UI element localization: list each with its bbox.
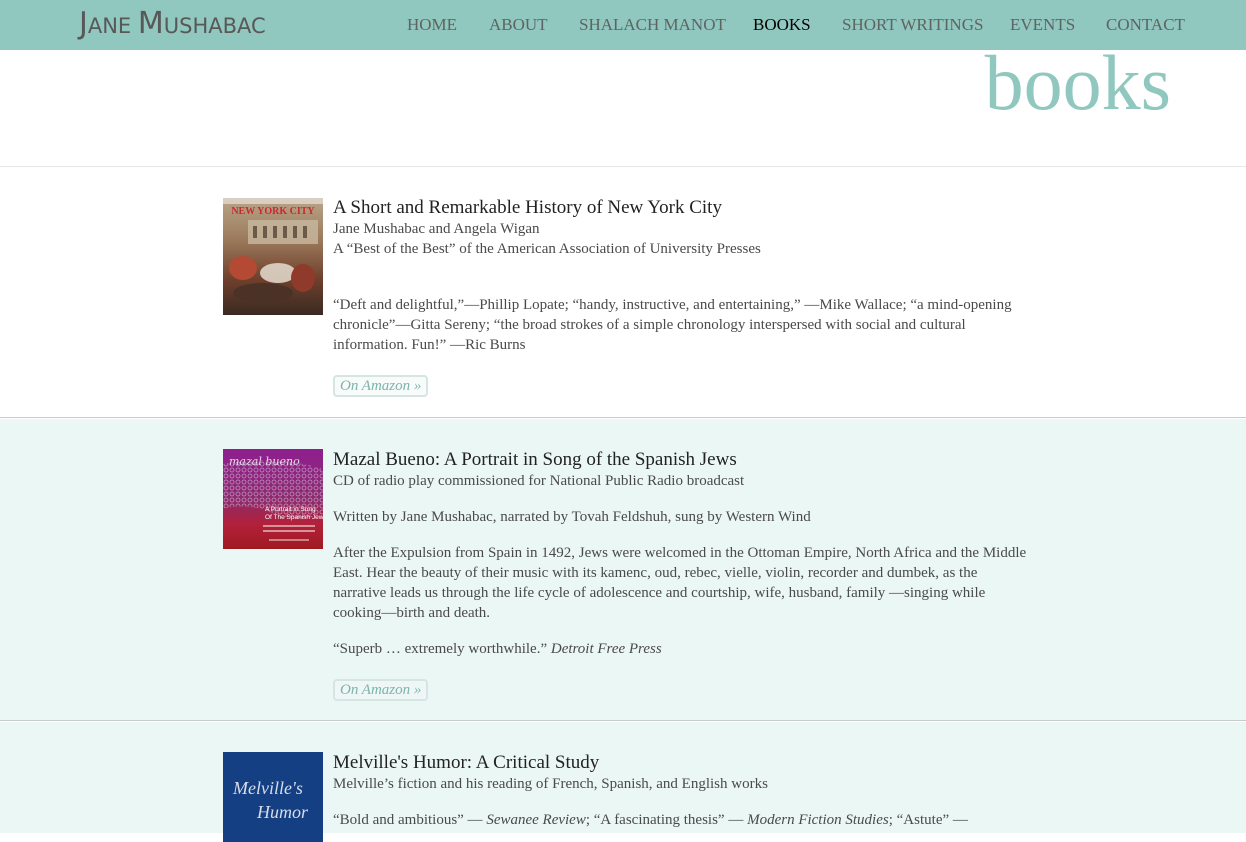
book-authors: Jane Mushabac and Angela Wigan bbox=[333, 221, 540, 237]
nav-books[interactable]: BOOKS bbox=[753, 13, 811, 37]
praise-quote: ; “A fascinating thesis” — bbox=[585, 812, 748, 828]
on-amazon-button[interactable]: On Amazon » bbox=[333, 679, 429, 701]
book-cover-new-york-city[interactable]: NEW YORK CITY bbox=[223, 198, 323, 315]
book-subtitle: CD of radio play commissioned for Nation… bbox=[333, 473, 745, 489]
book-cover-melvilles-humor[interactable]: Melville's Humor bbox=[223, 752, 323, 842]
book-subtitle: Melville’s fiction and his reading of Fr… bbox=[333, 776, 768, 792]
nav-shalach-manot[interactable]: SHALACH MANOT bbox=[579, 13, 726, 37]
cover-title-text: mazal bueno bbox=[229, 455, 300, 468]
book-entry: Melville's Humor Melville's Humor: A Cri… bbox=[0, 722, 1246, 842]
book-entry: NEW YORK CITY A Short and Remarkable His… bbox=[0, 168, 1246, 418]
nav-short-writings[interactable]: SHORT WRITINGS bbox=[842, 13, 983, 37]
book-credits: Written by Jane Mushabac, narrated by To… bbox=[333, 509, 811, 525]
praise-source: Detroit Free Press bbox=[550, 641, 662, 657]
book-award: A “Best of the Best” of the American Ass… bbox=[333, 241, 761, 257]
book-entry: mazal bueno A Portrait in Song Of The Sp… bbox=[0, 419, 1246, 721]
cover-title-text: NEW YORK CITY bbox=[231, 206, 315, 217]
mazal-bueno-cover-icon: mazal bueno A Portrait in Song Of The Sp… bbox=[223, 449, 323, 549]
praise-quote: “Bold and ambitious” — bbox=[333, 812, 487, 828]
book-praise: “Bold and ambitious” — Sewanee Review; “… bbox=[333, 810, 1033, 830]
book-title[interactable]: Mazal Bueno: A Portrait in Song of the S… bbox=[333, 449, 1033, 471]
book-title[interactable]: Melville's Humor: A Critical Study bbox=[333, 752, 1033, 774]
nav-home[interactable]: HOME bbox=[407, 13, 457, 37]
praise-source: Modern Fiction Studies bbox=[747, 812, 889, 828]
nav-events[interactable]: EVENTS bbox=[1010, 13, 1075, 37]
book-info: Mazal Bueno: A Portrait in Song of the S… bbox=[333, 449, 1033, 701]
praise-quote: “Superb … extremely worthwhile.” bbox=[333, 641, 551, 657]
page-title: books bbox=[984, 39, 1171, 126]
logo-first-name: ANE bbox=[87, 14, 138, 38]
logo-last-name: USHABAC bbox=[163, 14, 266, 38]
cover-line-1: Melville's bbox=[233, 778, 303, 798]
cover-line-2: Humor bbox=[257, 802, 309, 822]
book-praise: “Deft and delightful,”—Phillip Lopate; “… bbox=[333, 297, 1012, 353]
cd-cover-mazal-bueno[interactable]: mazal bueno A Portrait in Song Of The Sp… bbox=[223, 449, 323, 549]
on-amazon-button[interactable]: On Amazon » bbox=[333, 375, 429, 397]
nav-contact[interactable]: CONTACT bbox=[1106, 13, 1185, 37]
book-praise: “Superb … extremely worthwhile.” Detroit… bbox=[333, 639, 1033, 659]
praise-quote: ; “Astute” — bbox=[888, 812, 968, 828]
book-info: A Short and Remarkable History of New Yo… bbox=[333, 197, 1033, 397]
cover-subtitle-1: A Portrait in Song bbox=[265, 506, 316, 513]
new-york-city-cover-icon: NEW YORK CITY bbox=[223, 198, 323, 315]
book-info: Melville's Humor: A Critical Study Melvi… bbox=[333, 752, 1033, 830]
logo-initial-last: M bbox=[137, 6, 164, 41]
nav-about[interactable]: ABOUT bbox=[489, 13, 548, 37]
melvilles-humor-cover-icon: Melville's Humor bbox=[223, 752, 323, 842]
site-logo[interactable]: JANE MUSHABAC bbox=[79, 6, 266, 44]
logo-initial-first: J bbox=[79, 6, 88, 41]
book-title[interactable]: A Short and Remarkable History of New Yo… bbox=[333, 197, 1033, 219]
praise-source: Sewanee Review bbox=[486, 812, 586, 828]
book-description: After the Expulsion from Spain in 1492, … bbox=[333, 545, 1027, 621]
cover-subtitle-2: Of The Spanish Jews bbox=[265, 514, 323, 521]
